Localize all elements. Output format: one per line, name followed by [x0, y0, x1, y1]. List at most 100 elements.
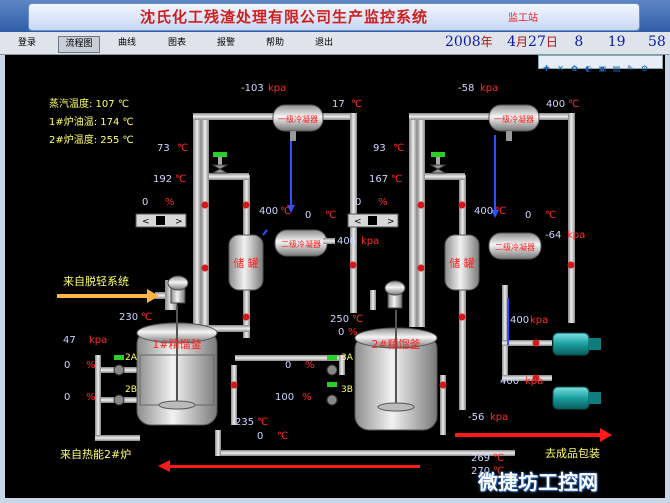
valve-2a[interactable]: [113, 355, 125, 376]
steam-temperature: 蒸汽温度: 107 ℃: [49, 97, 129, 110]
pump-2[interactable]: [552, 386, 601, 410]
menu-flowchart[interactable]: 流程图: [58, 36, 100, 53]
unit2-column-top-temp: 93: [373, 143, 386, 154]
unit-pct: %: [378, 197, 388, 208]
furnace2-temperature: 2#炉温度: 255 ℃: [49, 133, 134, 146]
time-hour: 8: [574, 34, 584, 50]
unit-c: ℃: [175, 174, 186, 185]
unit1-bottom-temp1: 235: [235, 417, 254, 428]
menu-trend[interactable]: 曲线: [112, 36, 142, 51]
unit-kpa: kpa: [567, 230, 585, 241]
menu-help[interactable]: 帮助: [260, 36, 290, 51]
tag-2b: 2B: [125, 385, 137, 395]
slider2-left-arrow-icon[interactable]: <: [354, 217, 362, 227]
tools-icon[interactable]: ✕: [555, 64, 566, 74]
unit1-condenser-2: 二级冷凝器: [274, 229, 335, 257]
unit-c: ℃: [141, 312, 152, 323]
tool-icons: ✚ ✕ ✿ ◐ ▣ ▤ ✎ ⚙: [538, 55, 663, 73]
day-unit: 日: [545, 35, 558, 49]
wrench-icon[interactable]: ✎: [625, 64, 636, 74]
time-second: 58: [648, 34, 666, 50]
valve-3b[interactable]: [326, 382, 338, 406]
from-heat2-label: 来自热能2#炉: [60, 447, 131, 461]
settings-icon[interactable]: ⚙: [639, 64, 650, 74]
control-valve-unit2[interactable]: [429, 152, 447, 174]
unit-c: ℃: [391, 174, 402, 185]
unit1-condenser2-label: 二级冷凝器: [281, 239, 321, 249]
unit1-condenser-1: 一级冷凝器: [272, 104, 324, 141]
unit-pct: %: [165, 197, 175, 208]
tag-3b: 3B: [341, 385, 353, 395]
unit1-cond1-pressure: -103: [241, 83, 264, 94]
unit2-cond2-pressure: -64: [545, 230, 561, 241]
unit2-receiver-label: 储 罐: [449, 256, 475, 270]
unit1-column-top-temp: 73: [157, 143, 170, 154]
unit2-condenser-2: 二级冷凝器: [488, 232, 542, 260]
unit1-still-temp: 230: [119, 312, 138, 323]
unit-pct: %: [302, 392, 312, 403]
unit1-valve-slider[interactable]: < >: [135, 213, 187, 228]
unit1-cond1-temp: 17: [332, 99, 345, 110]
unit1-cond2-temp: 0: [305, 210, 311, 221]
print-icon[interactable]: ▤: [611, 64, 622, 74]
unit2-feed-3a: 0: [285, 360, 291, 371]
unit-c: ℃: [352, 314, 363, 325]
unit-c: ℃: [257, 417, 268, 428]
tag-3a: 3A: [341, 353, 354, 363]
datetime-display: 2008年 4月27日 8 19 58: [445, 33, 666, 50]
unit1-bottom-temp2: 0: [257, 431, 263, 442]
pump-1[interactable]: [552, 332, 601, 356]
unit-c: ℃: [351, 99, 362, 110]
unit2-cond1-temp: 400: [546, 99, 565, 110]
unit-c: ℃: [495, 206, 506, 217]
control-valve-unit1[interactable]: [211, 152, 229, 174]
unit1-still-label: 1#精馏釜: [152, 337, 201, 351]
unit1-receiver-temp: 400: [259, 206, 278, 217]
unit2-receiver-temp: 400: [474, 206, 493, 217]
year-unit: 年: [480, 35, 493, 49]
pump1-pressure: 400: [510, 315, 529, 326]
title-bar: 沈氏化工残渣处理有限公司生产监控系统 监工站: [0, 0, 670, 32]
menu-exit[interactable]: 退出: [309, 36, 339, 51]
unit2-feed-3b: 100: [275, 392, 294, 403]
unit2-cond1-pressure: -58: [458, 83, 474, 94]
unit1-feed-2b: 0: [64, 392, 70, 403]
unit-c: ℃: [393, 143, 404, 154]
unit-kpa: kpa: [361, 236, 379, 247]
slider-right-arrow-icon[interactable]: >: [175, 217, 183, 227]
date-month: 4: [507, 34, 517, 50]
unit-c: ℃: [325, 210, 336, 221]
pin-icon[interactable]: ✚: [541, 64, 552, 74]
unit1-still-pressure: 47: [63, 335, 76, 346]
unit2-cond2-temp: 0: [525, 210, 531, 221]
app-window: 沈氏化工残渣处理有限公司生产监控系统 监工站 登录 流程图 曲线 图表 报警 帮…: [0, 0, 670, 503]
valve-2b[interactable]: [113, 394, 125, 406]
unit2-still-pressure: 0: [338, 327, 344, 338]
unit2-still-temp: 250: [330, 314, 349, 325]
unit2-column-mid-temp: 167: [369, 174, 388, 185]
month-unit: 月: [516, 35, 529, 49]
folder-icon[interactable]: ▣: [597, 64, 608, 74]
menu-charts[interactable]: 图表: [162, 36, 192, 51]
unit2-still-label: 2#精馏釜: [371, 337, 420, 351]
refresh-icon[interactable]: ◐: [583, 64, 594, 74]
unit-c: ℃: [177, 143, 188, 154]
slider-left-arrow-icon[interactable]: <: [142, 217, 150, 227]
unit2-receiver-tank: 储 罐: [444, 234, 480, 291]
unit-c: ℃: [545, 210, 556, 221]
unit-c: ℃: [280, 206, 291, 217]
furnace1-oil-temperature: 1#炉油温: 174 ℃: [49, 115, 134, 128]
unit1-column-mid-temp: 192: [153, 174, 172, 185]
unit2-valve-percent: 0: [355, 197, 361, 208]
unit-kpa: kpa: [268, 83, 286, 94]
valve-3a[interactable]: [326, 355, 338, 376]
menu-alarm[interactable]: 报警: [211, 36, 241, 51]
unit1-receiver-label: 储 罐: [233, 256, 259, 270]
power-icon[interactable]: ✿: [569, 64, 580, 74]
unit-pct: %: [348, 327, 358, 338]
unit2-valve-slider[interactable]: < >: [347, 213, 399, 228]
slider2-right-arrow-icon[interactable]: >: [387, 217, 395, 227]
menu-login[interactable]: 登录: [12, 36, 42, 51]
watermark-text: 微捷坊工控网: [478, 470, 598, 494]
unit-kpa: kpa: [480, 83, 498, 94]
